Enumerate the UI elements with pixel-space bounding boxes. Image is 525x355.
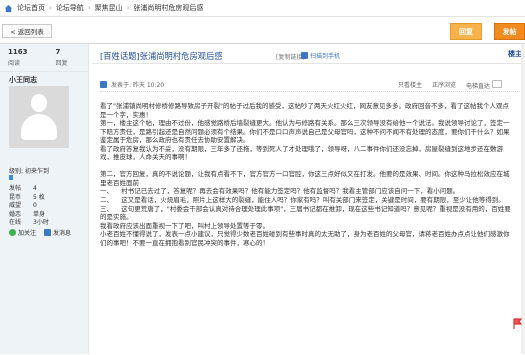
post-meta: 发表于: 昨天 10:20 (100, 80, 164, 89)
user-rank: 级别: 初来乍到 (9, 166, 49, 175)
breadcrumb-item-forum[interactable]: 聚焦昆山 (95, 3, 123, 13)
info-row: 在线 3小时 (9, 219, 49, 227)
breadcrumb-sep: › (87, 4, 91, 12)
views-count: 1163 (8, 48, 28, 56)
replies-count: 7 (55, 48, 61, 56)
paragraph: 看了政府答复我认为不妥，没有期限，三年多了还拖，等到死人了才处理哦了，领导呀，八… (100, 144, 503, 162)
qr-code-icon (301, 52, 308, 59)
breadcrumb-sep: › (49, 4, 52, 12)
post-time: 发表于: 昨天 10:20 (111, 82, 165, 89)
breadcrumb-item-home[interactable]: 论坛首页 (17, 3, 45, 13)
sort-link[interactable]: 正序浏览 (432, 80, 456, 90)
replies-label: 回复 (55, 60, 68, 67)
views-label: 阅读 (8, 60, 21, 67)
paragraph: 二、 这又是看话，火烧眉毛，照片上这样大的裂缝，能住人吗？你家有吗？叫有关部门来… (100, 195, 505, 204)
replies-stat: 7 回复 (55, 48, 67, 67)
post-tools: 只看楼主 正序浏览 电梯直达 (398, 80, 502, 90)
mail-icon (44, 229, 52, 236)
breadcrumb-item-thread[interactable]: 张浦尚明村危房观后感 (133, 3, 203, 13)
author-name[interactable]: 小王同志 (9, 75, 37, 85)
divider (0, 71, 88, 72)
paragraph: 三、 这句更荒唐了，"村委会干部会认真对待合理处理此事项"，三届书记都在推卸，现… (100, 204, 511, 222)
user-info: 发帖 4 昆币 5 枚 威望 0 婚恋 单身 在线 3小时 (9, 185, 49, 228)
floor-input[interactable] (492, 80, 502, 88)
breadcrumb-sep: › (126, 4, 130, 12)
paragraph: 我看政府应该出面重视一下了吧，叫村上领导处置等于零。 (100, 221, 269, 230)
rank-label: 级别: (9, 168, 24, 175)
jump-floor[interactable]: 电梯直达 (466, 80, 502, 90)
floor-indicator: 楼主 (508, 49, 522, 59)
thread-stats: 1163 阅读 7 回复 (8, 48, 68, 67)
paragraph: 第一，楼主这个帖，理由不过份，他感觉路桥后墙裂缝更大。他认为与修路有关系。那么三… (100, 119, 510, 145)
paragraph: 看了"张浦镇尚明村修桥修路导致房子开裂"的帖子过后我的感受，这帖吵了两天火红火红… (100, 102, 509, 119)
paragraph: 一、 村书记已去过了，答复呢？再去会有效果吗？他有能力签定吗？他有监督吗？我看主… (100, 187, 460, 196)
floor-label: 楼主 (508, 50, 522, 58)
reply-button[interactable]: 回复 (450, 23, 482, 40)
scan-to-phone[interactable]: 扫描到手机 (301, 51, 340, 60)
author-actions: 加关注 发消息 (9, 228, 71, 237)
breadcrumb-item-nav[interactable]: 论坛导航 (56, 3, 84, 13)
breadcrumb-bar: 论坛首页 › 论坛导航 › 聚焦昆山 › 张浦尚明村危房观后感 (0, 0, 525, 16)
info-row: 威望 0 (9, 202, 37, 210)
info-row: 发帖 4 (9, 185, 37, 192)
avatar[interactable] (9, 86, 69, 148)
only-author-link[interactable]: 只看楼主 (398, 80, 422, 90)
info-row: 昆币 5 枚 (9, 193, 45, 201)
default-avatar-icon (20, 94, 58, 140)
rank-stars-icon (9, 175, 31, 180)
divider (0, 16, 525, 17)
flag-icon[interactable] (513, 318, 523, 330)
divider (100, 91, 520, 93)
new-post-button[interactable]: 发帖 (494, 23, 525, 40)
back-to-list-button[interactable]: < 返回列表 (2, 24, 52, 38)
post-content: [百姓话题]张浦尚明村危房观后感 [复制链接] 扫描到手机 楼主 发表于: 昨天… (92, 44, 524, 354)
follow-button[interactable]: 加关注 (9, 228, 36, 237)
message-button[interactable]: 发消息 (44, 228, 71, 237)
plus-icon (9, 229, 16, 236)
scrollbar[interactable] (521, 44, 525, 354)
breadcrumb: 论坛首页 › 论坛导航 › 聚焦昆山 › 张浦尚明村危房观后感 (4, 3, 203, 13)
home-icon[interactable] (4, 4, 13, 13)
paragraph: 第二，官方回复，真的不说论题，让我有点看不下，官方官方一口官腔，你这三点好似又在… (100, 170, 510, 187)
views-stat: 1163 阅读 (8, 48, 27, 67)
post-title: [百姓话题]张浦尚明村危房观后感 (100, 51, 223, 61)
divider (92, 63, 524, 64)
online-status-icon (100, 81, 107, 88)
rank-value: 初来乍到 (24, 168, 49, 175)
post-body: 看了"张浦镇尚明村修桥修路导致房子开裂"的帖子过后我的感受，这帖吵了两天火红火红… (100, 102, 512, 247)
paragraph: 小老百姓不懂得说了，发表一点小建议，只觉得少数老百姓碰到有些事时真的太无助了，身… (100, 230, 510, 247)
